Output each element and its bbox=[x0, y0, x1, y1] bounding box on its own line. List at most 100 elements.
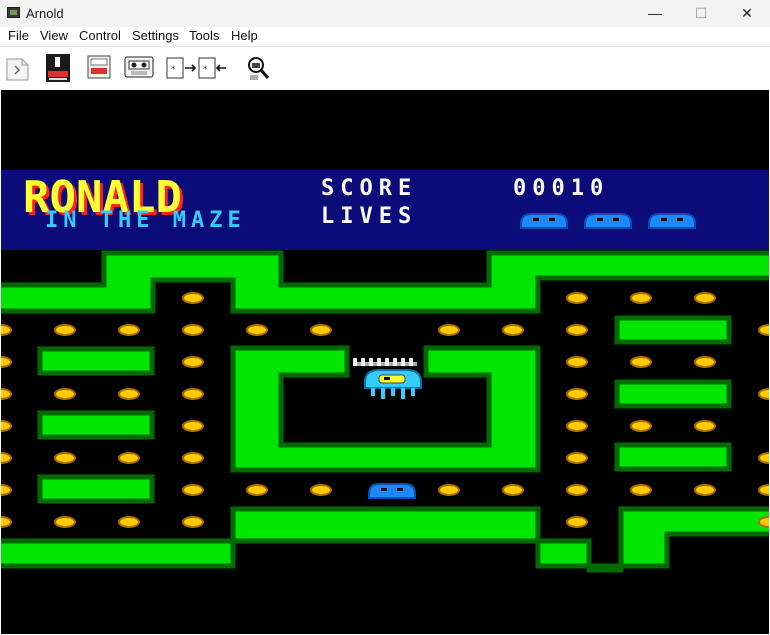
maze-dot bbox=[182, 484, 204, 496]
maze-dot bbox=[182, 292, 204, 304]
maze-dot bbox=[758, 484, 769, 496]
maze-dot bbox=[1, 388, 12, 400]
maze-dot bbox=[246, 324, 268, 336]
maze-dot bbox=[758, 324, 769, 336]
life-icon bbox=[584, 213, 632, 229]
disk-drive-icon[interactable] bbox=[45, 53, 71, 83]
title-bar: Arnold — ☐ ✕ bbox=[0, 0, 770, 27]
score-label: SCORE bbox=[321, 176, 418, 201]
maze-dot bbox=[310, 484, 332, 496]
app-icon bbox=[7, 7, 20, 18]
maze-dot bbox=[630, 292, 652, 304]
ghost-house-gate bbox=[401, 358, 405, 366]
ghost-house-gate bbox=[413, 362, 417, 366]
maze-dot bbox=[758, 452, 769, 464]
maze-dot bbox=[566, 452, 588, 464]
maze-dot bbox=[54, 388, 76, 400]
maze-dot bbox=[758, 388, 769, 400]
maze-dot bbox=[1, 356, 12, 368]
maze-dot bbox=[694, 292, 716, 304]
ghost-house-gate bbox=[409, 358, 413, 366]
maze-dot bbox=[694, 484, 716, 496]
maze-dot bbox=[502, 324, 524, 336]
ghost-house-gate bbox=[369, 358, 373, 366]
ghost-house-gate bbox=[361, 358, 365, 366]
maze-dot bbox=[438, 484, 460, 496]
maze-dot bbox=[566, 324, 588, 336]
menu-file[interactable]: File bbox=[8, 28, 29, 43]
maze-dot bbox=[182, 452, 204, 464]
maze-dot bbox=[1, 452, 12, 464]
enemy-ghost-eye bbox=[381, 488, 387, 491]
menu-control[interactable]: Control bbox=[79, 28, 121, 43]
maze-dot bbox=[310, 324, 332, 336]
maze-wall-left-bar bbox=[37, 410, 155, 440]
maze-dot bbox=[1, 516, 12, 528]
maximize-button[interactable]: ☐ bbox=[678, 0, 724, 27]
ghost-house-gate bbox=[389, 362, 393, 366]
close-button[interactable]: ✕ bbox=[724, 0, 770, 27]
svg-text:*: * bbox=[203, 65, 208, 75]
maze-dot bbox=[182, 356, 204, 368]
lives-label: LIVES bbox=[321, 204, 418, 229]
menu-settings[interactable]: Settings bbox=[132, 28, 179, 43]
new-icon[interactable] bbox=[5, 56, 31, 82]
snapshot-transfer-icon[interactable]: * * bbox=[166, 55, 228, 81]
maze-dot bbox=[438, 324, 460, 336]
svg-text:*: * bbox=[171, 65, 176, 75]
maze-dot bbox=[118, 324, 140, 336]
menu-help[interactable]: Help bbox=[231, 28, 258, 43]
minimize-button[interactable]: — bbox=[632, 0, 678, 27]
window-title: Arnold bbox=[26, 6, 64, 21]
menu-bar: File View Control Settings Tools Help bbox=[0, 27, 770, 46]
maze-dot bbox=[1, 420, 12, 432]
maze-dot bbox=[1, 484, 12, 496]
life-icon-eye bbox=[533, 218, 539, 221]
maze-dot bbox=[118, 516, 140, 528]
maze-dot bbox=[566, 388, 588, 400]
maze-dot bbox=[566, 516, 588, 528]
maze-dot bbox=[566, 356, 588, 368]
ghost-house-gate bbox=[381, 362, 385, 366]
life-icon bbox=[648, 213, 696, 229]
ghost-house-gate bbox=[373, 362, 377, 366]
maze-dot bbox=[1, 324, 12, 336]
maze-wall-right-bar bbox=[614, 379, 732, 409]
life-icon-eye bbox=[613, 218, 619, 221]
player-legs bbox=[371, 388, 375, 396]
toolbar: * * bbox=[0, 46, 770, 90]
player-legs bbox=[401, 388, 405, 399]
maze-wall-left-bar bbox=[37, 474, 155, 504]
maze-dot bbox=[694, 356, 716, 368]
maze-dot bbox=[118, 452, 140, 464]
menu-view[interactable]: View bbox=[40, 28, 68, 43]
enemy-ghost-eye bbox=[397, 488, 403, 491]
debugger-icon[interactable] bbox=[246, 55, 272, 83]
player-legs bbox=[381, 388, 385, 399]
ghost-house-gate bbox=[353, 358, 357, 366]
maze-dot bbox=[566, 420, 588, 432]
maze-dot bbox=[54, 324, 76, 336]
disk-eject-icon[interactable] bbox=[87, 55, 111, 79]
maze-dot bbox=[630, 356, 652, 368]
maze-dot bbox=[630, 420, 652, 432]
maze-dot bbox=[566, 484, 588, 496]
ghost-house-gate bbox=[357, 362, 361, 366]
ghost-house-gate bbox=[397, 362, 401, 366]
life-icon-eye bbox=[549, 218, 555, 221]
life-icon-eye bbox=[597, 218, 603, 221]
maze-dot bbox=[566, 292, 588, 304]
menu-tools[interactable]: Tools bbox=[189, 28, 219, 43]
game-logo-subtitle: IN THE MAZE bbox=[45, 208, 246, 233]
emulator-screen[interactable]: RONALD IN THE MAZE SCORE 00010 LIVES bbox=[1, 90, 769, 634]
maze-dot bbox=[182, 388, 204, 400]
maze-wall-right-bar bbox=[614, 315, 732, 345]
maze-dot bbox=[54, 452, 76, 464]
ghost-house-gate bbox=[405, 362, 409, 366]
ghost-house-gate bbox=[385, 358, 389, 366]
maze-dot bbox=[694, 420, 716, 432]
cassette-icon[interactable] bbox=[124, 56, 154, 78]
maze-dot bbox=[246, 484, 268, 496]
ghost-house-gate bbox=[377, 358, 381, 366]
ghost-house-gate bbox=[393, 358, 397, 366]
